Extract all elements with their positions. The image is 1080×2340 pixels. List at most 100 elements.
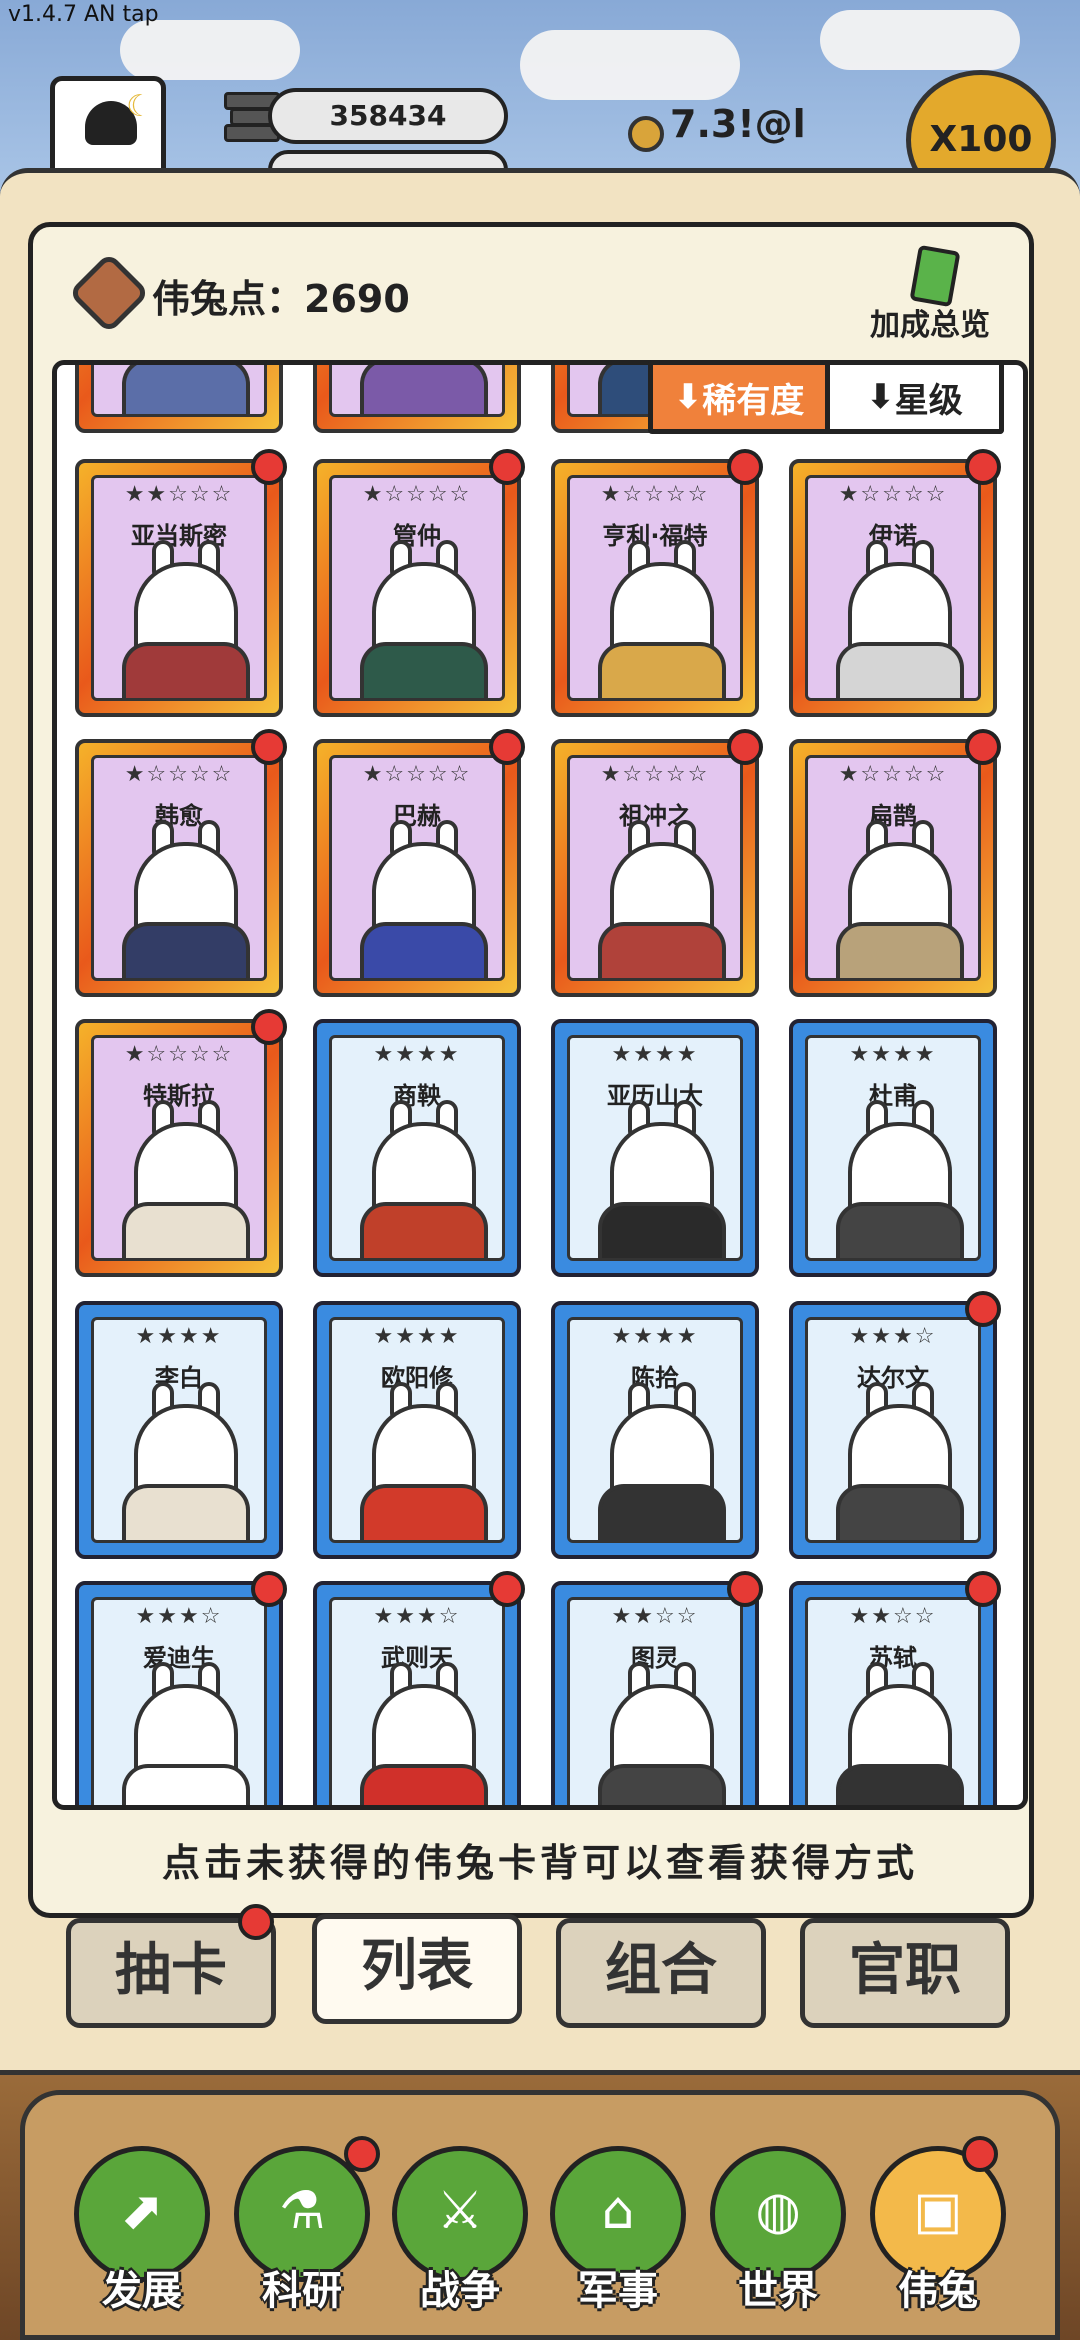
card-face: ★★★★ 亚历山大 <box>567 1035 743 1261</box>
tab-combo[interactable]: 组合 <box>556 1918 766 2028</box>
star-rating: ★☆☆☆☆ <box>124 762 234 787</box>
rabbit-card[interactable]: ★☆☆☆☆ 特斯拉 <box>75 1019 283 1277</box>
card-face: ★☆☆☆☆ 伊诺 <box>805 475 981 701</box>
rabbit-card[interactable]: ★★☆☆ 图灵 <box>551 1581 759 1805</box>
top-bar: ☾ 358434 7.3!@l X100 <box>0 0 1080 190</box>
rabbit-card[interactable]: ★★★☆ 爱迪生 <box>75 1581 283 1805</box>
notification-dot <box>727 729 763 765</box>
nav-rabbits-label: 伟兔 <box>898 2268 978 2314</box>
rabbit-card[interactable]: ★☆☆☆☆ 巴赫 <box>313 739 521 997</box>
bonus-overview-button[interactable]: 加成总览 <box>870 300 990 344</box>
rabbit-outfit <box>360 1764 488 1805</box>
rabbit-card[interactable]: ★★★☆ 达尔文 <box>789 1301 997 1559</box>
star-rating: ★★★★ <box>373 1324 461 1349</box>
notification-dot <box>251 729 287 765</box>
rabbit-card[interactable]: ★☆☆☆☆ 祖冲之 <box>551 739 759 997</box>
sort-star-label: 星级 <box>894 380 963 421</box>
sort-star-button[interactable]: ⬇ 星级 <box>830 360 1004 434</box>
star-rating: ★☆☆☆☆ <box>600 762 710 787</box>
card-name: 韩愈 <box>155 802 203 830</box>
card-face: ★☆☆☆☆ 巴赫 <box>329 755 505 981</box>
notification-dot <box>965 1291 1001 1327</box>
rabbit-outfit <box>360 365 488 414</box>
rabbit-outfit <box>598 1202 726 1258</box>
card-face: ★★★★ 陈拾 <box>567 1317 743 1543</box>
rabbit-outfit <box>122 365 250 414</box>
rabbit-points: 伟兔点：2690 <box>152 268 410 323</box>
card-face: ★★★☆ 爱迪生 <box>91 1597 267 1805</box>
star-rating: ★★★☆ <box>373 1604 461 1629</box>
card-face: ★☆☆☆☆ 韩愈 <box>91 755 267 981</box>
rabbit-outfit <box>122 1202 250 1258</box>
notification-dot <box>238 1904 274 1940</box>
star-rating: ★☆☆☆☆ <box>838 762 948 787</box>
rabbit-card[interactable]: ★★★★ 欧阳修 <box>313 1301 521 1559</box>
card-name: 爱迪生 <box>143 1644 215 1672</box>
sort-rarity-button[interactable]: ⬇ 稀有度 <box>648 360 830 434</box>
card-face <box>91 365 267 417</box>
hint-text: 点击未获得的伟兔卡背可以查看获得方式 <box>161 1841 918 1885</box>
rabbit-card[interactable]: ★★★★ 李白 <box>75 1301 283 1559</box>
rabbit-card[interactable]: ★★★★ 杜甫 <box>789 1019 997 1277</box>
rabbit-card[interactable]: ★★★☆ 武则天 <box>313 1581 521 1805</box>
notification-dot <box>489 1571 525 1607</box>
card-face: ★★★★ 欧阳修 <box>329 1317 505 1543</box>
nav-develop-label: 发展 <box>102 2268 182 2314</box>
card-name: 伊诺 <box>869 522 917 550</box>
card-name: 巴赫 <box>393 802 441 830</box>
card-face: ★★★★ 商鞅 <box>329 1035 505 1261</box>
rabbit-card[interactable]: ★★★★ 商鞅 <box>313 1019 521 1277</box>
version-label: v1.4.7 AN tap <box>8 2 159 27</box>
card-face: ★★★☆ 武则天 <box>329 1597 505 1805</box>
rabbit-card[interactable]: ★★☆☆ 苏轼 <box>789 1581 997 1805</box>
rabbit-outfit <box>360 1484 488 1540</box>
rabbit-card[interactable]: ★☆☆☆☆ 伊诺 <box>789 459 997 717</box>
sort-rarity-label: 稀有度 <box>702 380 805 421</box>
rabbit-card[interactable]: ★★★★ 亚历山大 <box>551 1019 759 1277</box>
nav-research-label: 科研 <box>262 2268 342 2314</box>
rabbit-outfit <box>122 922 250 978</box>
rabbit-outfit <box>360 642 488 698</box>
moon-icon: ☾ <box>126 89 153 124</box>
card-face: ★★☆☆ 苏轼 <box>805 1597 981 1805</box>
rabbit-points-value: 2690 <box>304 277 410 321</box>
card-grid[interactable]: ★★☆☆☆ 亚当斯密 ★☆☆☆☆ 管仲 ★☆☆☆☆ 亨利·福特 ★☆☆☆☆ 伊诺 ★☆☆☆☆ 韩愈… <box>52 360 1028 1810</box>
rabbit-outfit <box>122 1764 250 1805</box>
rabbit-outfit <box>122 642 250 698</box>
rabbit-card[interactable]: ★★★★ 陈拾 <box>551 1301 759 1559</box>
star-rating: ★☆☆☆☆ <box>362 482 472 507</box>
card-name: 商鞅 <box>393 1082 441 1110</box>
cloud-decoration <box>120 20 300 80</box>
rabbit-card[interactable]: ★☆☆☆☆ 韩愈 <box>75 739 283 997</box>
nav-world-label: 世界 <box>738 2268 818 2314</box>
star-rating: ★★★☆ <box>849 1324 937 1349</box>
rabbit-outfit <box>360 1202 488 1258</box>
nav-military-label: 军事 <box>578 2268 658 2314</box>
tab-list[interactable]: 列表 <box>312 1914 522 2024</box>
rabbit-card[interactable]: ★☆☆☆☆ 亨利·福特 <box>551 459 759 717</box>
rabbit-outfit <box>598 1484 726 1540</box>
star-rating: ★★☆☆ <box>849 1604 937 1629</box>
cloud-decoration <box>520 30 740 100</box>
nav-develop-icon: ⬈ <box>120 2181 164 2241</box>
cloud-decoration <box>820 10 1020 70</box>
rabbit-outfit <box>598 922 726 978</box>
notification-dot <box>727 1571 763 1607</box>
card-face: ★☆☆☆☆ 祖冲之 <box>567 755 743 981</box>
card-name: 亚历山大 <box>607 1082 703 1110</box>
nav-war-icon: ⚔ <box>436 2181 484 2241</box>
card-name: 亨利·福特 <box>602 522 708 550</box>
rabbit-card[interactable]: ★☆☆☆☆ 管仲 <box>313 459 521 717</box>
rabbit-card[interactable]: ★☆☆☆☆ 扁鹊 <box>789 739 997 997</box>
rabbit-outfit <box>360 922 488 978</box>
nav-rabbits-icon: ▣ <box>913 2181 963 2241</box>
card-name: 祖冲之 <box>619 802 691 830</box>
card-face: ★☆☆☆☆ 特斯拉 <box>91 1035 267 1261</box>
rabbit-card[interactable]: ★★☆☆☆ 亚当斯密 <box>75 459 283 717</box>
notification-dot <box>251 1571 287 1607</box>
coin-counter: 7.3!@l <box>670 102 806 146</box>
tab-rank[interactable]: 官职 <box>800 1918 1010 2028</box>
card-name: 苏轼 <box>869 1644 917 1672</box>
rabbit-card[interactable] <box>75 365 283 433</box>
rabbit-card[interactable] <box>313 365 521 433</box>
